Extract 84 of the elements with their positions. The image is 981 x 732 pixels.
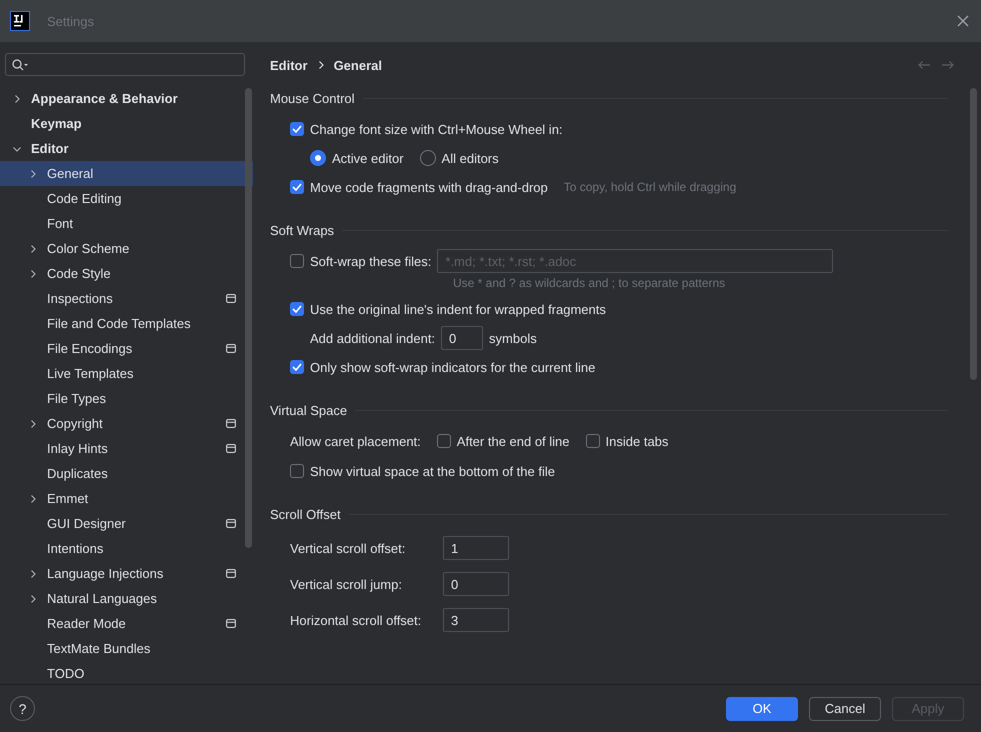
field-label: Horizontal scroll offset: [290,612,422,628]
tree-item[interactable]: Inlay Hints [0,436,253,461]
tree-item[interactable]: Language Injections [0,561,253,586]
tree-item[interactable]: Code Style [0,261,253,286]
section-title: Soft Wraps [270,222,334,238]
tree-item[interactable]: General [0,161,253,186]
tree-item[interactable]: Appearance & Behavior [0,86,253,111]
checkbox[interactable] [290,302,304,316]
unit-label: symbols [489,330,537,346]
checkbox-label[interactable]: After the end of line [456,434,570,448]
tree-item[interactable]: Emmet [0,486,253,511]
chevron-icon [13,144,21,152]
checkbox-label[interactable]: Only show soft-wrap indicators for the current line [310,360,596,374]
checkbox-label[interactable]: Show virtual space at the bottom of the file [310,464,555,478]
window-title: Settings [47,14,94,28]
number-field[interactable]: 0 [443,572,509,596]
breadcrumb-item: Editor [270,58,308,72]
checkbox-label[interactable]: Move code fragments with drag-and-drop [310,180,548,194]
search-field[interactable] [5,53,245,76]
section-title: Mouse Control [270,90,355,106]
close-icon[interactable] [957,15,969,27]
hint-text: Use * and ? as wildcards and ; to separate patterns [452,276,726,292]
forward-arrow-icon[interactable] [941,60,955,70]
app-logo-icon [10,11,30,31]
checkbox-label[interactable]: Inside tabs [606,434,668,448]
tree-item[interactable]: Font [0,211,253,236]
tree-item[interactable]: Code Editing [0,186,253,211]
chevron-icon [29,594,37,602]
tree-item[interactable]: TODO [0,661,253,684]
checkbox[interactable] [290,360,304,374]
tree-item[interactable]: Natural Languages [0,586,253,611]
field-label: Add additional indent: [310,330,436,346]
help-button[interactable]: ? [10,696,35,721]
dialog-button[interactable]: OK [726,696,798,720]
chevron-icon [13,94,21,102]
radio-label[interactable]: Active editor [332,150,404,166]
back-arrow-icon[interactable] [917,60,931,70]
tree-item[interactable]: Color Scheme [0,236,253,261]
checkbox[interactable] [290,464,304,478]
section-title: Scroll Offset [270,506,341,522]
tree-item[interactable]: Copyright [0,411,253,436]
chevron-icon [29,170,37,178]
number-field[interactable]: 0 [441,326,484,350]
tree-item[interactable]: GUI Designer [0,511,253,536]
tree-item[interactable]: File Types [0,386,253,411]
breadcrumb-item: General [334,58,382,72]
radio-label[interactable]: All editors [442,150,499,166]
chevron-icon [29,420,37,428]
scrollbar[interactable] [970,88,977,380]
number-field[interactable]: 3 [443,608,509,632]
tree-item[interactable]: Editor [0,136,253,161]
field-label: Allow caret placement: [290,434,421,448]
checkbox[interactable] [586,434,600,448]
checkbox[interactable] [436,434,451,448]
dialog-button[interactable]: Cancel [809,696,881,720]
chevron-icon [29,494,37,502]
tree-item[interactable]: Live Templates [0,361,253,386]
search-icon [12,58,30,70]
tree-item[interactable]: Reader Mode [0,611,253,636]
chevron-icon [29,570,37,578]
checkbox-label[interactable]: Soft-wrap these files: [310,254,432,268]
section-title: Virtual Space [270,402,348,418]
tree-item[interactable]: Duplicates [0,461,253,486]
checkbox[interactable] [290,254,304,268]
tree-item[interactable]: Keymap [0,111,253,136]
checkbox[interactable] [290,122,304,136]
number-field[interactable]: 1 [443,536,509,560]
hint-text: To copy, hold Ctrl while dragging [564,180,736,194]
radio-button[interactable] [310,150,326,166]
tree-item[interactable]: Intentions [0,536,253,561]
field-label: Vertical scroll jump: [290,576,403,592]
tree-item[interactable]: TextMate Bundles [0,636,253,661]
tree-item[interactable]: File and Code Templates [0,311,253,336]
field-label: Vertical scroll offset: [290,540,406,556]
checkbox[interactable] [290,180,304,194]
scrollbar[interactable] [245,88,252,548]
tree-item[interactable]: File Encodings [0,336,253,361]
checkbox-label[interactable]: Use the original line's indent for wrapped fragments [310,302,606,316]
chevron-icon [318,61,324,69]
checkbox-label[interactable]: Change font size with Ctrl+Mouse Wheel in: [310,122,563,136]
radio-button[interactable] [420,150,436,166]
tree-item[interactable]: Inspections [0,286,253,311]
chevron-icon [29,244,37,252]
chevron-icon [29,270,37,278]
